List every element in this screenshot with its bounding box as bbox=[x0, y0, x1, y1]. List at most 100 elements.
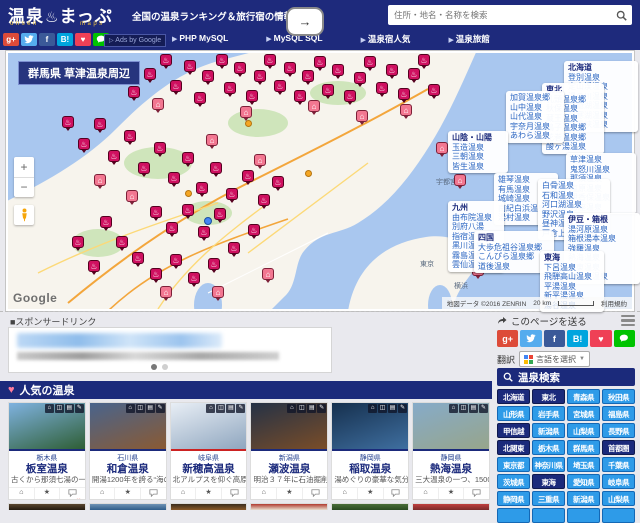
lodging-marker[interactable]: ⌂ bbox=[400, 104, 412, 116]
pref-button[interactable]: 福島県 bbox=[602, 406, 635, 421]
pref-button[interactable]: 三重県 bbox=[532, 491, 565, 506]
pref-button[interactable]: 東北 bbox=[532, 389, 565, 404]
onsen-marker[interactable]: ♨ bbox=[150, 268, 162, 280]
onsen-link[interactable]: 三朝温泉 bbox=[452, 152, 504, 162]
lodging-marker[interactable]: ⌂ bbox=[254, 154, 266, 166]
nav-link[interactable]: PHP MySQL bbox=[172, 33, 228, 45]
onsen-marker[interactable]: ♨ bbox=[234, 62, 246, 74]
onsen-link[interactable]: 河口湖温泉 bbox=[542, 200, 606, 210]
onsen-marker[interactable]: ♨ bbox=[364, 56, 376, 68]
file-icon[interactable]: ▤ bbox=[307, 404, 316, 413]
onsen-marker[interactable]: ♨ bbox=[124, 130, 136, 142]
photo-icon[interactable]: ◫ bbox=[459, 404, 468, 413]
onsen-card-partial[interactable] bbox=[170, 503, 248, 510]
pref-button[interactable]: 東京都 bbox=[497, 457, 530, 472]
pref-button-partial[interactable] bbox=[602, 508, 635, 523]
file-icon[interactable]: ▤ bbox=[65, 404, 74, 413]
onsen-card-partial[interactable] bbox=[250, 503, 328, 510]
onsen-marker[interactable]: ♨ bbox=[138, 162, 150, 174]
onsen-card-partial[interactable] bbox=[8, 503, 86, 510]
photo-icon[interactable]: ◫ bbox=[297, 404, 306, 413]
lodging-marker[interactable]: ⌂ bbox=[94, 174, 106, 186]
onsen-link[interactable]: 由布院温泉 bbox=[452, 213, 500, 223]
pref-button[interactable]: 岩手県 bbox=[532, 406, 565, 421]
home-icon[interactable]: ⌂ bbox=[126, 404, 135, 413]
onsen-marker[interactable]: ♨ bbox=[194, 92, 206, 104]
pref-button[interactable]: 愛知県 bbox=[567, 474, 600, 489]
poi-marker[interactable] bbox=[245, 120, 252, 127]
onsen-link[interactable]: 山代温泉 bbox=[510, 112, 560, 122]
onsen-marker[interactable]: ♨ bbox=[224, 82, 236, 94]
onsen-marker[interactable]: ♨ bbox=[198, 226, 210, 238]
onsen-marker[interactable]: ♨ bbox=[150, 206, 162, 218]
onsen-name[interactable]: 新穂高温泉 bbox=[171, 463, 247, 475]
pref-button[interactable]: 北関東 bbox=[497, 440, 530, 455]
onsen-marker[interactable]: ♨ bbox=[196, 182, 208, 194]
onsen-card-partial[interactable] bbox=[89, 503, 167, 510]
onsen-marker[interactable]: ♨ bbox=[166, 222, 178, 234]
pref-button[interactable]: 埼玉県 bbox=[567, 457, 600, 472]
home-icon[interactable]: ⌂ bbox=[368, 404, 377, 413]
onsen-card[interactable]: ⌂◫▤✎岐阜県新穂高温泉北アルプスを仰ぐ高原に広がる⌂32★4.44pt1,56… bbox=[170, 402, 248, 500]
onsen-marker[interactable]: ♨ bbox=[302, 70, 314, 82]
pref-button[interactable]: 山梨県 bbox=[602, 491, 635, 506]
zoom-in-button[interactable]: + bbox=[14, 157, 34, 178]
onsen-marker[interactable]: ♨ bbox=[248, 224, 260, 236]
onsen-card[interactable]: ⌂◫▤✎石川県和倉温泉開湯1200年を誇る“海の温泉”⌂27★4.07pt6,2… bbox=[89, 402, 167, 500]
pref-button-partial[interactable] bbox=[532, 508, 565, 523]
search-input[interactable] bbox=[388, 10, 616, 20]
onsen-marker[interactable]: ♨ bbox=[246, 90, 258, 102]
onsen-marker[interactable]: ♨ bbox=[322, 84, 334, 96]
photo-icon[interactable]: ◫ bbox=[378, 404, 387, 413]
lodging-marker[interactable]: ⌂ bbox=[212, 286, 224, 298]
edit-icon[interactable]: ✎ bbox=[75, 404, 84, 413]
lodging-marker[interactable]: ⌂ bbox=[436, 142, 448, 154]
home-icon[interactable]: ⌂ bbox=[206, 404, 215, 413]
home-icon[interactable]: ⌂ bbox=[287, 404, 296, 413]
search-icon[interactable] bbox=[616, 10, 627, 21]
onsen-link[interactable]: 玉造温泉 bbox=[452, 143, 504, 153]
onsen-link[interactable]: 鬼怒川温泉 bbox=[570, 165, 632, 175]
onsen-marker[interactable]: ♨ bbox=[264, 54, 276, 66]
onsen-marker[interactable]: ♨ bbox=[144, 68, 156, 80]
edit-icon[interactable]: ✎ bbox=[236, 404, 245, 413]
language-select[interactable]: 言語を選択 ▼ bbox=[519, 351, 590, 367]
lodging-marker[interactable]: ⌂ bbox=[160, 286, 172, 298]
onsen-marker[interactable]: ♨ bbox=[62, 116, 74, 128]
onsen-link[interactable]: 飛騨高山温泉 bbox=[544, 272, 600, 282]
home-icon[interactable]: ⌂ bbox=[45, 404, 54, 413]
onsen-marker[interactable]: ♨ bbox=[116, 236, 128, 248]
pref-button-partial[interactable] bbox=[567, 508, 600, 523]
lodging-marker[interactable]: ⌂ bbox=[240, 106, 252, 118]
onsen-card[interactable]: ⌂◫▤✎静岡県稲取温泉湯めぐりの豪華な気分の中で温⌂17★4.20pt2,742… bbox=[331, 402, 409, 500]
onsen-marker[interactable]: ♨ bbox=[168, 172, 180, 184]
edit-icon[interactable]: ✎ bbox=[398, 404, 407, 413]
onsen-marker[interactable]: ♨ bbox=[216, 54, 228, 66]
onsen-marker[interactable]: ♨ bbox=[332, 64, 344, 76]
lodging-marker[interactable]: ⌂ bbox=[126, 190, 138, 202]
onsen-link[interactable]: 加賀温泉郷 bbox=[510, 93, 560, 103]
onsen-marker[interactable]: ♨ bbox=[344, 90, 356, 102]
pref-button[interactable]: 群馬県 bbox=[567, 440, 600, 455]
onsen-marker[interactable]: ♨ bbox=[254, 70, 266, 82]
onsen-marker[interactable]: ♨ bbox=[314, 56, 326, 68]
onsen-marker[interactable]: ♨ bbox=[132, 252, 144, 264]
pref-button[interactable]: 茨城県 bbox=[497, 474, 530, 489]
onsen-marker[interactable]: ♨ bbox=[274, 80, 286, 92]
onsen-marker[interactable]: ♨ bbox=[128, 86, 140, 98]
onsen-marker[interactable]: ♨ bbox=[182, 204, 194, 216]
lodging-marker[interactable]: ⌂ bbox=[356, 110, 368, 122]
share-hatena-bookmark-button[interactable]: B! bbox=[57, 33, 73, 46]
onsen-link[interactable]: 大歩危祖谷温泉郷 bbox=[478, 243, 550, 253]
onsen-card-partial[interactable] bbox=[412, 503, 490, 510]
pref-button[interactable]: 東海 bbox=[532, 474, 565, 489]
pref-button[interactable]: 栃木県 bbox=[532, 440, 565, 455]
photo-icon[interactable]: ◫ bbox=[55, 404, 64, 413]
terms-link[interactable]: 利用規約 bbox=[601, 298, 627, 308]
onsen-marker[interactable]: ♨ bbox=[88, 260, 100, 272]
onsen-marker[interactable]: ♨ bbox=[78, 138, 90, 150]
home-icon[interactable]: ⌂ bbox=[449, 404, 458, 413]
onsen-marker[interactable]: ♨ bbox=[72, 236, 84, 248]
file-icon[interactable]: ▤ bbox=[146, 404, 155, 413]
onsen-name[interactable]: 熱海温泉 bbox=[413, 463, 489, 475]
